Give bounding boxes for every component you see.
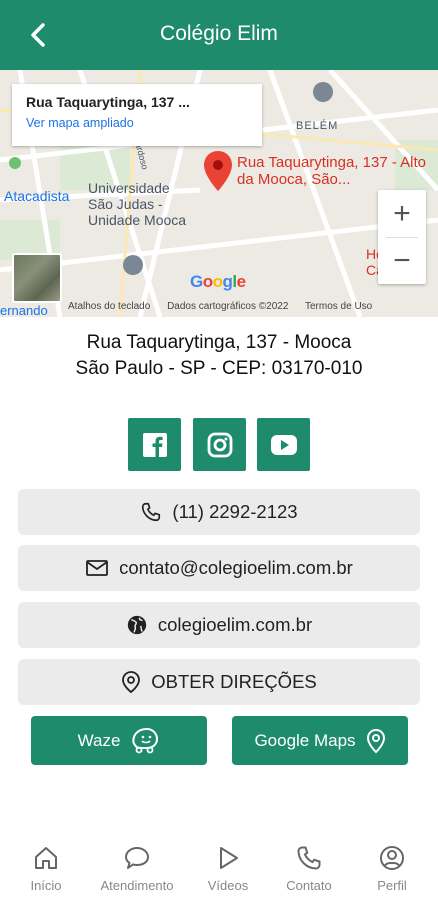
instagram-icon xyxy=(207,432,232,457)
keyboard-shortcuts-link[interactable]: Atalhos do teclado xyxy=(68,301,150,312)
map-info-card: Rua Taquarytinga, 137 ... Ver mapa ampli… xyxy=(12,84,262,146)
page-title: Colégio Elim xyxy=(160,22,278,45)
map-label-fernando: ernando xyxy=(0,303,48,317)
bottom-nav: Início Atendimento Vídeos Contato Perfil xyxy=(0,838,438,900)
map-view[interactable]: BELÉM Atacadista Universidade São Judas … xyxy=(0,70,438,317)
zoom-controls: + − xyxy=(378,190,426,284)
phone-icon xyxy=(297,846,321,870)
user-icon xyxy=(380,846,404,870)
map-pin-icon[interactable] xyxy=(203,150,233,192)
facebook-button[interactable] xyxy=(128,418,181,471)
terms-link[interactable]: Termos de Uso xyxy=(305,301,372,312)
directions-row[interactable]: OBTER DIREÇÕES xyxy=(18,659,420,705)
youtube-icon xyxy=(270,434,297,455)
map-pin-label: Rua Taquarytinga, 137 - Alto da Mooca, S… xyxy=(237,154,427,188)
instagram-button[interactable] xyxy=(193,418,246,471)
phone-number: (11) 2292-2123 xyxy=(172,501,298,522)
nav-perfil[interactable]: Perfil xyxy=(347,838,437,893)
google-maps-button[interactable]: Google Maps xyxy=(232,716,408,765)
nav-inicio[interactable]: Início xyxy=(1,838,91,893)
view-larger-map-link[interactable]: Ver mapa ampliado xyxy=(26,116,248,130)
zoom-divider xyxy=(386,237,418,238)
map-marker-icon xyxy=(366,728,385,753)
waze-button[interactable]: Waze xyxy=(31,716,207,765)
nav-atendimento[interactable]: Atendimento xyxy=(92,838,182,893)
directions-label: OBTER DIREÇÕES xyxy=(151,671,317,692)
nav-label-perfil: Perfil xyxy=(377,878,407,893)
phone-icon xyxy=(142,502,161,522)
map-card-address: Rua Taquarytinga, 137 ... xyxy=(26,94,190,110)
map-label-atacadista: Atacadista xyxy=(4,188,70,204)
google-logo: Google xyxy=(190,272,246,291)
address-line-1: Rua Taquarytinga, 137 - Mooca xyxy=(86,332,352,353)
satellite-toggle[interactable] xyxy=(12,253,62,303)
mail-icon xyxy=(86,560,109,576)
waze-label: Waze xyxy=(77,730,121,750)
chat-bubble-icon xyxy=(125,847,149,869)
map-label-universidade: Universidade São Judas - Unidade Mooca xyxy=(88,180,187,228)
globe-icon xyxy=(127,615,147,635)
nav-videos[interactable]: Vídeos xyxy=(183,838,273,893)
nav-contato[interactable]: Contato xyxy=(264,838,354,893)
nav-label-atendimento: Atendimento xyxy=(100,878,174,893)
map-label-belem: BELÉM xyxy=(296,120,339,132)
nav-label-videos: Vídeos xyxy=(207,878,249,893)
google-maps-label: Google Maps xyxy=(254,730,356,750)
zoom-in-button[interactable]: + xyxy=(378,190,426,237)
email-row[interactable]: contato@colegioelim.com.br xyxy=(18,545,420,591)
email-address: contato@colegioelim.com.br xyxy=(119,557,353,578)
nav-label-contato: Contato xyxy=(286,878,332,893)
app-header: Colégio Elim xyxy=(0,0,438,70)
location-pin-icon xyxy=(122,671,141,694)
school-address: Rua Taquarytinga, 137 - Mooca São Paulo … xyxy=(0,330,438,382)
nav-label-inicio: Início xyxy=(30,878,62,893)
youtube-button[interactable] xyxy=(257,418,310,471)
map-footer: Atalhos do teclado Dados cartográficos ©… xyxy=(68,301,386,312)
address-line-2: São Paulo - SP - CEP: 03170-010 xyxy=(75,358,363,379)
phone-row[interactable]: (11) 2292-2123 xyxy=(18,489,420,535)
website-row[interactable]: colegioelim.com.br xyxy=(18,602,420,648)
home-icon xyxy=(35,847,57,869)
waze-icon xyxy=(132,727,159,753)
map-data-copyright: Dados cartográficos ©2022 xyxy=(167,301,289,312)
website-url: colegioelim.com.br xyxy=(157,614,313,635)
zoom-out-button[interactable]: − xyxy=(378,237,426,284)
play-icon xyxy=(220,847,238,869)
facebook-icon xyxy=(142,432,167,457)
